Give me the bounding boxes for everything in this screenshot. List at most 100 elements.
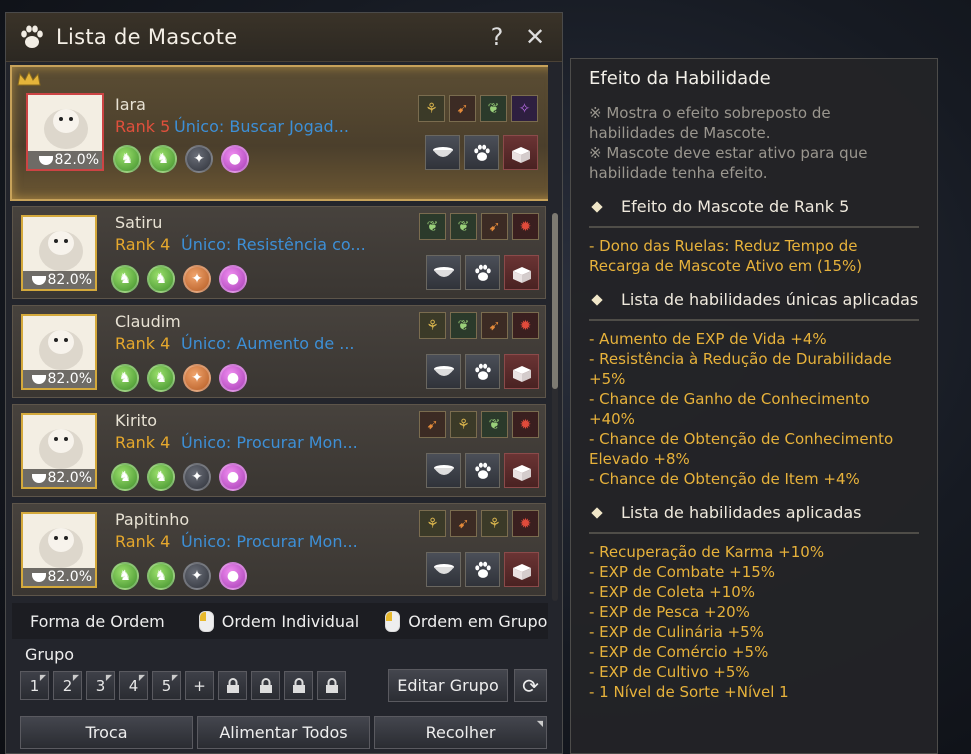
- feed-bowl-icon[interactable]: [426, 552, 461, 587]
- feed-all-button[interactable]: Alimentar Todos: [197, 716, 370, 749]
- paw-icon[interactable]: [464, 135, 499, 170]
- mouse-left-icon: [385, 610, 401, 632]
- skill-icon[interactable]: ➹: [481, 213, 508, 240]
- pet-name: Kirito: [115, 411, 158, 430]
- paw-icon[interactable]: [465, 255, 500, 290]
- trait-green-icon[interactable]: ♞: [111, 463, 139, 491]
- skill-icon[interactable]: ➹: [450, 510, 477, 537]
- trait-gray-icon[interactable]: ✦: [185, 145, 213, 173]
- pet-portrait[interactable]: 82.0%: [26, 93, 104, 171]
- edit-group-button[interactable]: Editar Grupo: [388, 669, 508, 702]
- title-bar[interactable]: Lista de Mascote ? ✕: [6, 13, 562, 62]
- group-2-button[interactable]: 2 ◤: [53, 671, 82, 700]
- skill-icon[interactable]: ⚘: [481, 510, 508, 537]
- release-box-icon[interactable]: [503, 135, 538, 170]
- pet-card-1[interactable]: 82.0% Satiru Rank 4 Único: Resistência co..…: [12, 206, 546, 299]
- add-group-button[interactable]: +: [185, 671, 214, 700]
- group-3-button[interactable]: 3 ◤: [86, 671, 115, 700]
- skill-icon[interactable]: ❦: [419, 213, 446, 240]
- skill-icon[interactable]: ✹: [512, 510, 539, 537]
- pet-portrait[interactable]: 82.0%: [21, 314, 97, 390]
- pet-card-0[interactable]: 82.0% Iara Rank 5 Único: Buscar Jogad... ♞ ♞ ✦…: [10, 65, 548, 201]
- trait-green-icon[interactable]: ♞: [149, 145, 177, 173]
- bottom-actions: Troca Alimentar Todos Recolher ◥: [20, 716, 547, 749]
- trait-gray-icon[interactable]: ✦: [183, 562, 211, 590]
- paw-icon[interactable]: [465, 354, 500, 389]
- pet-card-2[interactable]: 82.0% Claudim Rank 4 Único: Aumento de ... ♞…: [12, 305, 546, 398]
- trait-green-icon[interactable]: ♞: [111, 562, 139, 590]
- sort-individual-option[interactable]: Ordem Individual: [198, 610, 359, 632]
- skill-icon[interactable]: ✹: [512, 213, 539, 240]
- trait-green-icon[interactable]: ♞: [147, 364, 175, 392]
- help-button[interactable]: ?: [482, 22, 512, 52]
- pet-portrait[interactable]: 82.0%: [21, 215, 97, 291]
- skill-icon[interactable]: ❦: [450, 312, 477, 339]
- group-4-button[interactable]: 4 ◤: [119, 671, 148, 700]
- lock-icon[interactable]: [251, 671, 280, 700]
- feed-bowl-icon[interactable]: [426, 354, 461, 389]
- skill-icon[interactable]: ✹: [512, 411, 539, 438]
- trait-green-icon[interactable]: ♞: [113, 145, 141, 173]
- trait-orange-icon[interactable]: ✦: [183, 364, 211, 392]
- trait-gray-icon[interactable]: ✦: [183, 463, 211, 491]
- trait-green-icon[interactable]: ♞: [111, 364, 139, 392]
- skill-icon[interactable]: ⚘: [419, 510, 446, 537]
- pet-portrait[interactable]: 82.0%: [21, 512, 97, 588]
- feed-bowl-icon[interactable]: [425, 135, 460, 170]
- close-button[interactable]: ✕: [520, 22, 550, 52]
- trait-purple-icon[interactable]: ●: [219, 265, 247, 293]
- trait-purple-icon[interactable]: ●: [219, 364, 247, 392]
- bowl-icon: [31, 473, 46, 483]
- refresh-icon[interactable]: ⟳: [514, 669, 547, 702]
- pet-card-3[interactable]: 82.0% Kirito Rank 4 Único: Procurar Mon... ♞…: [12, 404, 546, 497]
- release-box-icon[interactable]: [504, 552, 539, 587]
- collect-button[interactable]: Recolher ◥: [374, 716, 547, 749]
- pet-traits: ♞ ♞ ✦ ●: [113, 145, 249, 173]
- skill-icon[interactable]: ⚘: [450, 411, 477, 438]
- feed-bowl-icon[interactable]: [426, 255, 461, 290]
- skill-icon[interactable]: ⚘: [418, 95, 445, 122]
- trait-green-icon[interactable]: ♞: [147, 463, 175, 491]
- pet-skills: ❦ ❦ ➹ ✹: [419, 213, 539, 240]
- skill-icon[interactable]: ➹: [419, 411, 446, 438]
- skill-icon[interactable]: ➹: [481, 312, 508, 339]
- skill-icon[interactable]: ❦: [480, 95, 507, 122]
- group-1-button[interactable]: 1 ◤: [20, 671, 49, 700]
- skill-icon[interactable]: ✧: [511, 95, 538, 122]
- swap-button[interactable]: Troca: [20, 716, 193, 749]
- release-box-icon[interactable]: [504, 255, 539, 290]
- trait-green-icon[interactable]: ♞: [147, 562, 175, 590]
- skill-icon[interactable]: ➹: [449, 95, 476, 122]
- skill-icon[interactable]: ❦: [450, 213, 477, 240]
- lock-icon[interactable]: [317, 671, 346, 700]
- pet-unique-skill: Único: Buscar Jogad...: [174, 117, 349, 136]
- trait-green-icon[interactable]: ♞: [147, 265, 175, 293]
- trait-orange-icon[interactable]: ✦: [183, 265, 211, 293]
- effect-line: - Chance de Ganho de Conhecimento +40%: [589, 390, 870, 428]
- release-box-icon[interactable]: [504, 453, 539, 488]
- skill-icon[interactable]: ✹: [512, 312, 539, 339]
- pet-list-scrollbar[interactable]: [552, 213, 558, 601]
- pet-skills: ⚘ ❦ ➹ ✹: [419, 312, 539, 339]
- pet-image: [39, 528, 83, 568]
- lock-icon[interactable]: [218, 671, 247, 700]
- skill-icon[interactable]: ❦: [481, 411, 508, 438]
- trait-green-icon[interactable]: ♞: [111, 265, 139, 293]
- paw-icon[interactable]: [465, 453, 500, 488]
- pet-traits: ♞ ♞ ✦ ●: [111, 364, 247, 392]
- release-box-icon[interactable]: [504, 354, 539, 389]
- feed-bowl-icon[interactable]: [426, 453, 461, 488]
- skill-icon[interactable]: ⚘: [419, 312, 446, 339]
- pet-portrait[interactable]: 82.0%: [21, 413, 97, 489]
- scrollbar-thumb[interactable]: [552, 213, 558, 389]
- sort-group-option[interactable]: Ordem em Grupo: [385, 610, 547, 632]
- pet-name: Claudim: [115, 312, 181, 331]
- lock-icon[interactable]: [284, 671, 313, 700]
- pet-card-4[interactable]: 82.0% Papitinho Rank 4 Único: Procurar Mon.…: [12, 503, 546, 596]
- paw-icon[interactable]: [465, 552, 500, 587]
- pet-name: Papitinho: [115, 510, 190, 529]
- group-5-button[interactable]: 5 ◤: [152, 671, 181, 700]
- trait-purple-icon[interactable]: ●: [219, 562, 247, 590]
- trait-purple-icon[interactable]: ●: [221, 145, 249, 173]
- trait-purple-icon[interactable]: ●: [219, 463, 247, 491]
